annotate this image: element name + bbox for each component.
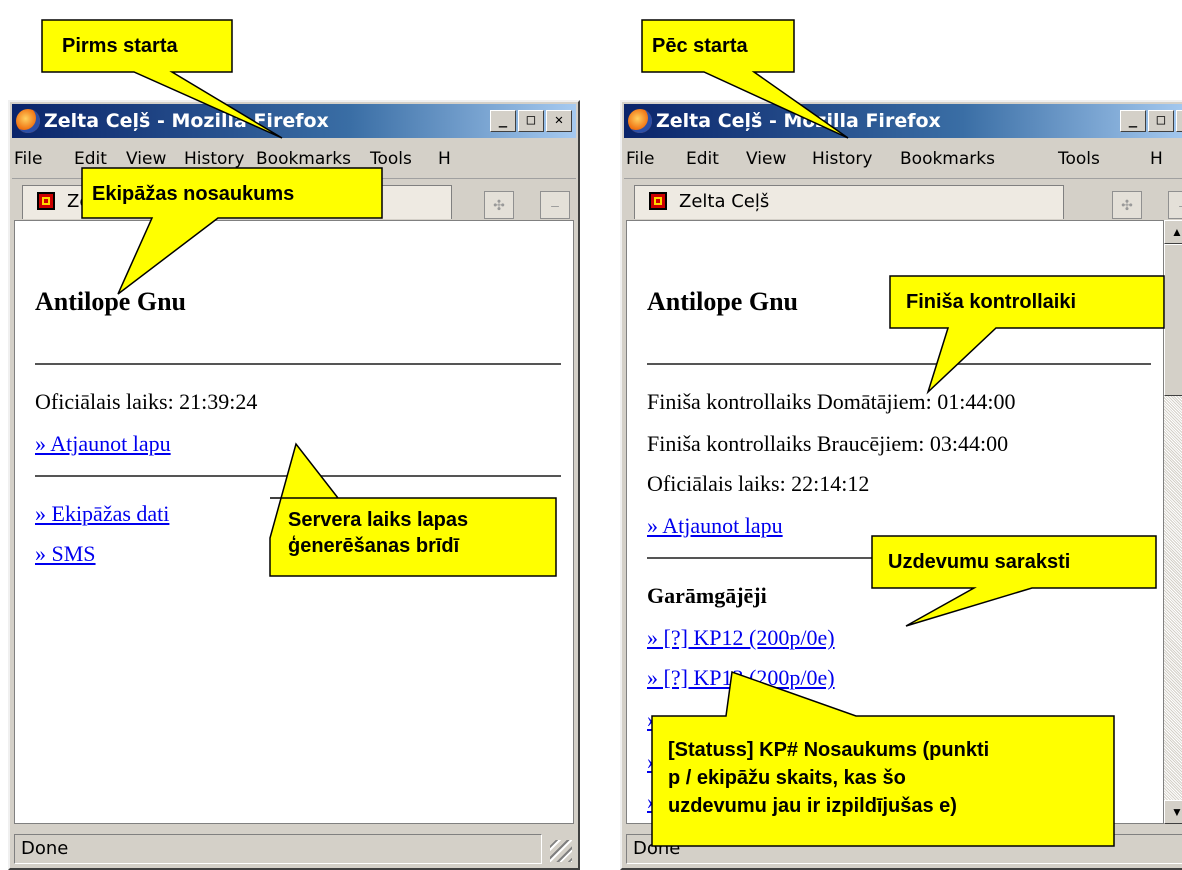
divider [35,475,561,477]
callout-finish-times-text: Finiša kontrollaiki [906,291,1077,313]
refresh-page-link[interactable]: » Atjaunot lapu [647,513,783,539]
menu-tools[interactable]: Tools [1058,142,1100,176]
menu-file[interactable]: File [14,142,42,176]
list-all-tabs-icon[interactable]: ✣ [484,191,514,219]
menu-file[interactable]: File [626,142,654,176]
task-link[interactable]: » [?] KP13 (200p/0e) [647,665,835,691]
menu-tools[interactable]: Tools [370,142,412,176]
tab-scroll-icon[interactable]: – [540,191,570,219]
tab-scroll-icon[interactable]: – [1168,191,1182,219]
task-link[interactable]: » [647,789,658,815]
official-time: Oficiālais laiks: 22:14:12 [647,471,870,496]
sms-link[interactable]: » SMS [35,541,96,567]
team-name: Antilope Gnu [647,287,798,316]
browser-window-before-start: Zelta Ceļš - Mozilla Firefox _ □ ✕ File … [8,100,580,870]
title-bar[interactable]: Zelta Ceļš - Mozilla Firefox _ □ ✕ [624,104,1182,138]
callout-after-start-text: Pēc starta [652,35,748,57]
maximize-button[interactable]: □ [518,110,544,132]
page-content: Antilope Gnu Finiša kontrollaiks Domātāj… [626,220,1164,824]
status-bar: Done [12,830,576,866]
status-bar: Done [624,830,1182,866]
firefox-icon [16,109,40,133]
menu-bar: File Edit View History Bookmarks Tools H [14,142,578,176]
callout-task-format-line: uzdevumu jau ir izpildījušas e) [668,795,957,817]
tab-label: Zelta Ceļš [679,191,770,212]
scroll-down-icon[interactable]: ▼ [1164,800,1182,824]
callout-server-time-line: ģenerēšanas brīdī [288,535,460,557]
menu-bar: File Edit View History Bookmarks Tools H [626,142,1182,176]
divider [647,363,1151,365]
team-name: Antilope Gnu [35,287,186,316]
team-data-link[interactable]: » Ekipāžas dati [35,501,169,527]
menu-bookmarks[interactable]: Bookmarks [900,142,995,176]
refresh-page-link[interactable]: » Atjaunot lapu [35,431,171,457]
menu-view[interactable]: View [746,142,786,176]
site-favicon-icon [649,192,667,210]
vertical-scrollbar[interactable]: ▲ ▼ [1164,220,1182,824]
task-link[interactable]: » [647,749,658,775]
menu-view[interactable]: View [126,142,166,176]
close-button[interactable]: ✕ [1176,110,1182,132]
title-bar[interactable]: Zelta Ceļš - Mozilla Firefox _ □ ✕ [12,104,576,138]
menu-edit[interactable]: Edit [686,142,719,176]
task-section-title: Garāmgājēji [647,583,767,608]
list-all-tabs-icon[interactable]: ✣ [1112,191,1142,219]
scroll-thumb[interactable] [1164,244,1182,396]
finish-time-drivers: Finiša kontrollaiks Braucējiem: 03:44:00 [647,431,1009,456]
tab-zelta-cels[interactable]: Zelta Ceļš [634,185,1064,219]
tab-strip: Zelta Ceļš ✣ – [624,178,1182,219]
finish-time-thinkers: Finiša kontrollaiks Domātājiem: 01:44:00 [647,389,1016,414]
status-text: Done [626,834,1182,864]
site-favicon-icon [37,192,55,210]
menu-history[interactable]: History [812,142,872,176]
callout-task-format-line: p / ekipāžu skaits, kas šo [668,767,906,789]
task-link[interactable]: » [?] KP12 (200p/0e) [647,625,835,651]
menu-history[interactable]: History [184,142,244,176]
menu-help[interactable]: H [1150,142,1163,176]
callout-before-start-text: Pirms starta [62,35,178,57]
menu-help[interactable]: H [438,142,451,176]
callout-task-lists-text: Uzdevumu saraksti [888,551,1071,573]
callout-server-time-line: Servera laiks lapas [288,509,469,531]
task-link[interactable]: » [647,707,658,733]
divider [35,363,561,365]
official-time: Oficiālais laiks: 21:39:24 [35,389,258,414]
window-title: Zelta Ceļš - Mozilla Firefox [44,110,329,132]
firefox-icon [628,109,652,133]
maximize-button[interactable]: □ [1148,110,1174,132]
status-text: Done [14,834,542,864]
minimize-button[interactable]: _ [490,110,516,132]
menu-bookmarks[interactable]: Bookmarks [256,142,351,176]
scroll-up-icon[interactable]: ▲ [1164,220,1182,244]
window-title: Zelta Ceļš - Mozilla Firefox [656,110,941,132]
menu-edit[interactable]: Edit [74,142,107,176]
callout-team-name-text: Ekipāžas nosaukums [92,183,295,205]
resize-grip-icon[interactable] [550,840,572,862]
callout-task-format-line: [Statuss] KP# Nosaukums (punkti [668,739,990,761]
close-button[interactable]: ✕ [546,110,572,132]
minimize-button[interactable]: _ [1120,110,1146,132]
